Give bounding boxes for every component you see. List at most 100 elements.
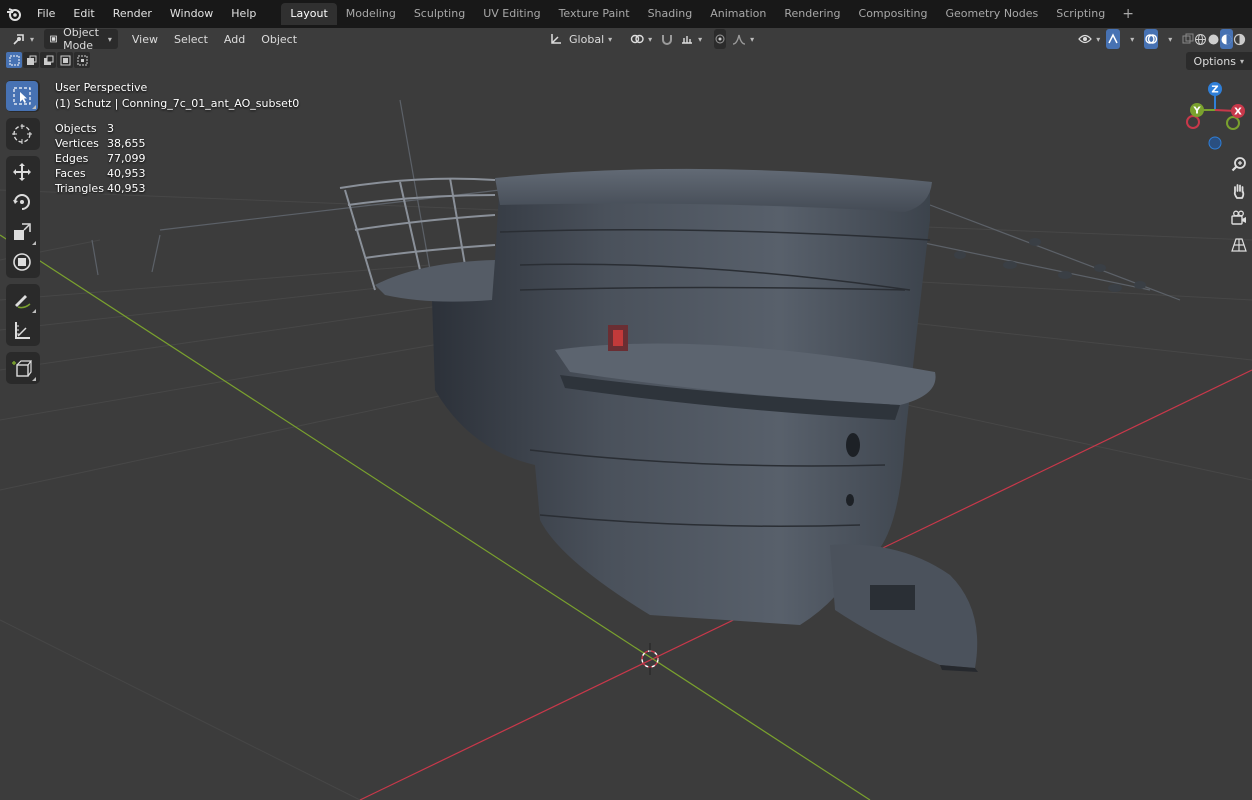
tool-rotate[interactable] bbox=[6, 187, 38, 217]
overlays-icon bbox=[1145, 34, 1158, 44]
select-new-button[interactable] bbox=[6, 52, 22, 68]
shading-material-preview[interactable] bbox=[1220, 29, 1234, 49]
wireframe-sphere-icon bbox=[1195, 33, 1207, 45]
gizmo-neg-z-handle bbox=[1208, 136, 1222, 150]
select-invert-icon bbox=[60, 55, 70, 65]
eye-icon bbox=[1078, 34, 1093, 44]
menu-window[interactable]: Window bbox=[161, 0, 222, 28]
stat-row: Objects 3 bbox=[55, 121, 299, 136]
shading-dropdown[interactable]: ▾ bbox=[1246, 29, 1252, 49]
navigation-gizmo[interactable]: Z X Y bbox=[1182, 80, 1248, 152]
tab-sculpting[interactable]: Sculpting bbox=[405, 3, 474, 25]
gizmo-z-label: Z bbox=[1211, 85, 1218, 96]
tool-cursor[interactable] bbox=[6, 119, 38, 149]
gizmo-neg-y-handle bbox=[1226, 116, 1240, 130]
proportional-falloff-dropdown[interactable]: ▾ bbox=[726, 29, 760, 49]
tool-measure[interactable] bbox=[6, 315, 38, 345]
navigation-buttons bbox=[1228, 153, 1250, 261]
stat-label: Faces bbox=[55, 167, 86, 180]
tab-layout[interactable]: Layout bbox=[281, 3, 337, 25]
gizmo-toggle[interactable] bbox=[1106, 29, 1121, 49]
rotate-icon bbox=[13, 194, 30, 210]
menu-select[interactable]: Select bbox=[168, 29, 214, 49]
menu-view[interactable]: View bbox=[126, 29, 164, 49]
stat-label: Objects bbox=[55, 122, 97, 135]
tool-select-box[interactable] bbox=[6, 81, 38, 111]
pivot-point-dropdown[interactable]: ▾ bbox=[624, 29, 658, 49]
tab-scripting[interactable]: Scripting bbox=[1047, 3, 1114, 25]
stat-value: 40,953 bbox=[107, 167, 146, 180]
scale-icon bbox=[14, 223, 31, 240]
3d-cursor bbox=[641, 643, 659, 675]
tool-annotate[interactable] bbox=[6, 285, 38, 315]
tab-rendering[interactable]: Rendering bbox=[775, 3, 849, 25]
stat-label: Triangles bbox=[55, 182, 104, 195]
overlays-toggle[interactable] bbox=[1144, 29, 1159, 49]
select-mode-buttons bbox=[6, 52, 90, 68]
tool-scale[interactable] bbox=[6, 217, 38, 247]
select-extend-button[interactable] bbox=[23, 52, 39, 68]
tab-animation[interactable]: Animation bbox=[701, 3, 775, 25]
menu-edit[interactable]: Edit bbox=[64, 0, 103, 28]
gizmo-y-label: Y bbox=[1192, 106, 1201, 117]
menu-add[interactable]: Add bbox=[218, 29, 251, 49]
transform-orientation-dropdown[interactable]: Global ▾ bbox=[543, 29, 618, 49]
blender-logo-icon[interactable] bbox=[0, 0, 28, 28]
camera-view-button[interactable] bbox=[1228, 207, 1250, 229]
rendered-sphere-icon bbox=[1234, 33, 1246, 45]
menu-help[interactable]: Help bbox=[222, 0, 265, 28]
tab-compositing[interactable]: Compositing bbox=[850, 3, 937, 25]
view-name: User Perspective bbox=[55, 81, 148, 94]
mode-dropdown[interactable]: Object Mode ▾ bbox=[44, 26, 118, 52]
menu-file[interactable]: File bbox=[28, 0, 64, 28]
add-workspace-button[interactable]: + bbox=[1114, 6, 1142, 22]
active-object-line: (1) Schutz | Conning_7c_01_ant_AO_subset… bbox=[55, 97, 300, 110]
workspace-tabs: Layout Modeling Sculpting UV Editing Tex… bbox=[281, 0, 1142, 28]
tool-transform[interactable] bbox=[6, 247, 38, 277]
tool-add-cube[interactable] bbox=[6, 353, 38, 383]
zoom-button[interactable] bbox=[1228, 153, 1250, 175]
select-subtract-button[interactable] bbox=[40, 52, 56, 68]
editor-type-button[interactable]: ▾ bbox=[6, 29, 40, 49]
object-mode-icon bbox=[50, 35, 57, 43]
tab-texture-paint[interactable]: Texture Paint bbox=[550, 3, 639, 25]
tool-move[interactable] bbox=[6, 157, 38, 187]
cursor-icon bbox=[12, 124, 32, 144]
menu-render[interactable]: Render bbox=[104, 0, 161, 28]
snap-increment-icon bbox=[682, 36, 693, 44]
tab-geometry-nodes[interactable]: Geometry Nodes bbox=[936, 3, 1047, 25]
pan-button[interactable] bbox=[1228, 180, 1250, 202]
stat-label: Vertices bbox=[55, 137, 99, 150]
perspective-toggle-button[interactable] bbox=[1228, 234, 1250, 256]
mode-label: Object Mode bbox=[63, 26, 99, 52]
viewport-header: ▾ Object Mode ▾ View Select Add Object G… bbox=[0, 26, 1252, 52]
gizmo-x-label: X bbox=[1234, 107, 1242, 118]
stat-row: Vertices 38,655 bbox=[55, 136, 299, 151]
menu-object[interactable]: Object bbox=[255, 29, 303, 49]
select-intersect-button[interactable] bbox=[74, 52, 90, 68]
select-invert-button[interactable] bbox=[57, 52, 73, 68]
options-dropdown[interactable]: Options ▾ bbox=[1185, 52, 1252, 70]
xray-toggle[interactable] bbox=[1182, 29, 1194, 49]
editor-type-icon bbox=[13, 34, 24, 45]
visibility-dropdown[interactable]: ▾ bbox=[1072, 29, 1106, 49]
tab-shading[interactable]: Shading bbox=[639, 3, 702, 25]
tab-uv-editing[interactable]: UV Editing bbox=[474, 3, 549, 25]
add-cube-icon bbox=[12, 360, 32, 377]
scene-statistics: Objects 3 Vertices 38,655 Edges 77,099 Face… bbox=[55, 121, 299, 196]
snap-toggle[interactable] bbox=[660, 29, 674, 49]
stat-value: 77,099 bbox=[107, 152, 146, 165]
tab-modeling[interactable]: Modeling bbox=[337, 3, 405, 25]
shading-solid[interactable] bbox=[1207, 29, 1220, 49]
shading-wireframe[interactable] bbox=[1194, 29, 1207, 49]
gizmo-dropdown[interactable]: ▾ bbox=[1120, 29, 1140, 49]
overlays-dropdown[interactable]: ▾ bbox=[1158, 29, 1178, 49]
annotate-icon bbox=[15, 295, 31, 309]
select-new-icon bbox=[9, 55, 19, 65]
zoom-icon bbox=[1231, 157, 1246, 172]
magnet-icon bbox=[662, 35, 673, 45]
snap-target-dropdown[interactable]: ▾ bbox=[674, 29, 708, 49]
proportional-edit-toggle[interactable] bbox=[714, 29, 727, 49]
conning-tower-model bbox=[339, 168, 978, 672]
shading-rendered[interactable] bbox=[1233, 29, 1246, 49]
